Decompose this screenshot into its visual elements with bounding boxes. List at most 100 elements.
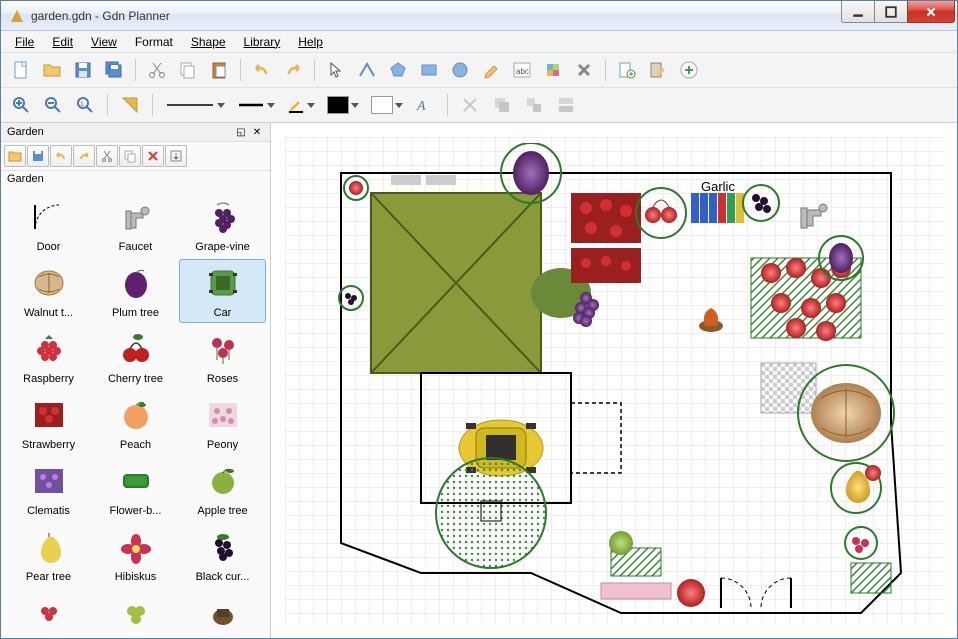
library-new-button[interactable] [613,56,641,84]
menu-file[interactable]: File [7,33,42,51]
extra3-icon [200,593,246,633]
pointer-tool[interactable] [322,56,350,84]
shape-item-walnut[interactable]: Walnut t... [5,259,92,323]
shape-item-blackcurrant[interactable]: Black cur... [179,523,266,587]
cherry-icon [113,329,159,369]
undo-button[interactable] [248,56,276,84]
panel-open-button[interactable] [4,145,26,167]
panel-export-button[interactable] [165,145,187,167]
shape-item-cherry[interactable]: Cherry tree [92,325,179,389]
zoom-in-button[interactable] [7,91,35,119]
ellipse-tool[interactable] [446,56,474,84]
tools-button[interactable] [456,91,484,119]
shape-item-pear[interactable]: Pear tree [5,523,92,587]
line-weight-dropdown[interactable] [233,97,279,113]
shape-item-door[interactable]: Door [5,193,92,257]
shape-item-extra3[interactable] [179,589,266,638]
window-title: garden.gdn - Gdn Planner [31,9,842,23]
shape-item-car[interactable]: Car [179,259,266,323]
library-panel: Garden ◱ ✕ Garden DoorFaucetGrape-vineWa… [1,123,271,638]
menu-library[interactable]: Library [236,33,289,51]
main-toolbar: abc [1,53,957,88]
panel-close-button[interactable]: ✕ [250,125,264,139]
highlight-tool[interactable] [477,56,505,84]
polygon-tool[interactable] [384,56,412,84]
panel-copy-button[interactable] [119,145,141,167]
shape-item-faucet[interactable]: Faucet [92,193,179,257]
panel-redo-button[interactable] [73,145,95,167]
plum-icon [113,263,159,303]
shape-label: Walnut t... [24,307,73,319]
minimize-button[interactable] [841,1,875,23]
paste-button[interactable] [205,56,233,84]
shape-item-peach[interactable]: Peach [92,391,179,455]
bg-color-dropdown[interactable] [367,94,407,116]
delete-button[interactable] [570,56,598,84]
shape-label: Flower-b... [110,505,162,517]
ungroup-button[interactable] [520,91,548,119]
zoom-out-button[interactable] [39,91,67,119]
maximize-button[interactable] [874,1,908,23]
menu-view[interactable]: View [83,33,125,51]
shape-item-clematis[interactable]: Clematis [5,457,92,521]
close-button[interactable] [907,1,955,23]
shape-item-extra2[interactable] [92,589,179,638]
fill-color-dropdown[interactable] [323,94,363,116]
save-all-button[interactable] [100,56,128,84]
shape-label: Pear tree [26,571,71,583]
open-button[interactable] [38,56,66,84]
svg-text:1: 1 [80,101,84,108]
titlebar: garden.gdn - Gdn Planner [1,1,957,31]
menu-help[interactable]: Help [290,33,331,51]
group-button[interactable] [488,91,516,119]
peach-icon [113,395,159,435]
pear-icon [26,527,72,567]
hibiskus-icon [113,527,159,567]
shape-item-hibiskus[interactable]: Hibiskus [92,523,179,587]
shape-item-roses[interactable]: Roses [179,325,266,389]
shape-item-raspberry[interactable]: Raspberry [5,325,92,389]
menu-shape[interactable]: Shape [183,33,234,51]
car-icon [200,263,246,303]
font-button[interactable]: A [411,91,439,119]
garlic-label: Garlic [701,179,735,194]
menu-edit[interactable]: Edit [44,33,81,51]
shape-item-apple[interactable]: Apple tree [179,457,266,521]
panel-save-button[interactable] [27,145,49,167]
shape-item-extra1[interactable] [5,589,92,638]
panel-float-button[interactable]: ◱ [234,125,248,139]
arrange-button[interactable] [552,91,580,119]
rect-tool[interactable] [415,56,443,84]
cut-button[interactable] [143,56,171,84]
menu-format[interactable]: Format [127,33,181,51]
shape-label: Peony [207,439,238,451]
shape-label: Raspberry [23,373,74,385]
garden-drawing[interactable]: Garlic [301,143,921,638]
line-color-dropdown[interactable] [283,94,319,116]
shape-item-flowerbed[interactable]: Flower-b... [92,457,179,521]
shape-grid: DoorFaucetGrape-vine Walnut t... Plum tree… [1,187,270,638]
zoom-fit-button[interactable]: 1 [71,91,99,119]
new-button[interactable] [7,56,35,84]
panel-cut-button[interactable] [96,145,118,167]
puzzle-tool[interactable] [539,56,567,84]
shape-item-grape[interactable]: Grape-vine [179,193,266,257]
line-tool[interactable] [353,56,381,84]
save-button[interactable] [69,56,97,84]
redo-button[interactable] [279,56,307,84]
peony-icon [200,395,246,435]
copy-button[interactable] [174,56,202,84]
text-tool[interactable]: abc [508,56,536,84]
panel-delete-button[interactable] [142,145,164,167]
line-style-dropdown[interactable] [161,97,229,113]
panel-undo-button[interactable] [50,145,72,167]
extra2-icon [113,593,159,633]
library-edit-button[interactable] [644,56,672,84]
shape-item-strawberry[interactable]: Strawberry [5,391,92,455]
canvas[interactable]: Garlic [271,123,957,638]
ruler-button[interactable] [116,91,144,119]
app-icon [9,8,25,24]
shape-item-plum[interactable]: Plum tree [92,259,179,323]
shape-item-peony[interactable]: Peony [179,391,266,455]
library-add-button[interactable] [675,56,703,84]
